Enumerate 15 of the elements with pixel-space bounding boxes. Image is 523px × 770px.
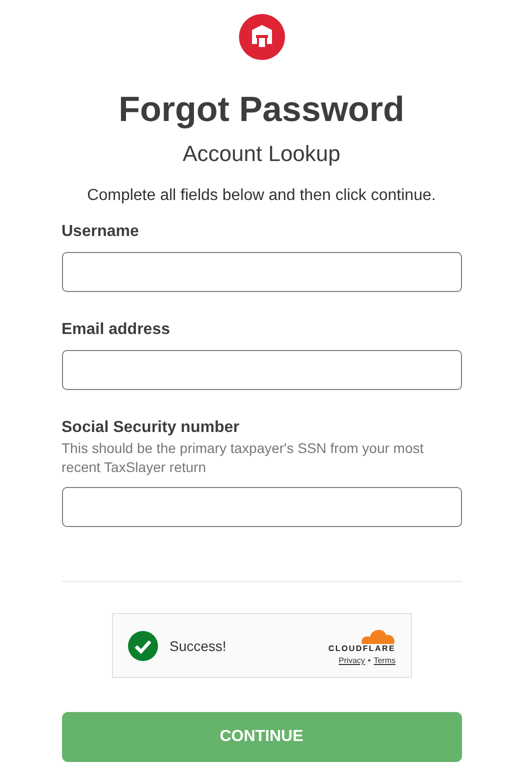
input-field[interactable] xyxy=(62,487,462,527)
field-label: Email address xyxy=(62,320,171,340)
input-field[interactable] xyxy=(62,252,462,292)
field-label: Username xyxy=(62,222,140,242)
link-separator: • xyxy=(368,656,371,665)
field-label: Social Security number xyxy=(62,418,240,438)
privacy-link[interactable]: Privacy xyxy=(338,656,365,665)
field-hint: This should be the primary taxpayer's SSN from your most recent TaxSlayer return xyxy=(62,439,425,477)
page-title: Forgot Password xyxy=(118,90,404,130)
captcha-status: Success! xyxy=(170,638,228,654)
instruction-text: Complete all fields below and then click continue. xyxy=(87,186,436,206)
page-subtitle: Account Lookup xyxy=(182,140,340,168)
terms-link[interactable]: Terms xyxy=(374,656,396,665)
brand-name: CLOUDFLARE xyxy=(328,644,396,653)
input-field[interactable] xyxy=(62,350,462,390)
